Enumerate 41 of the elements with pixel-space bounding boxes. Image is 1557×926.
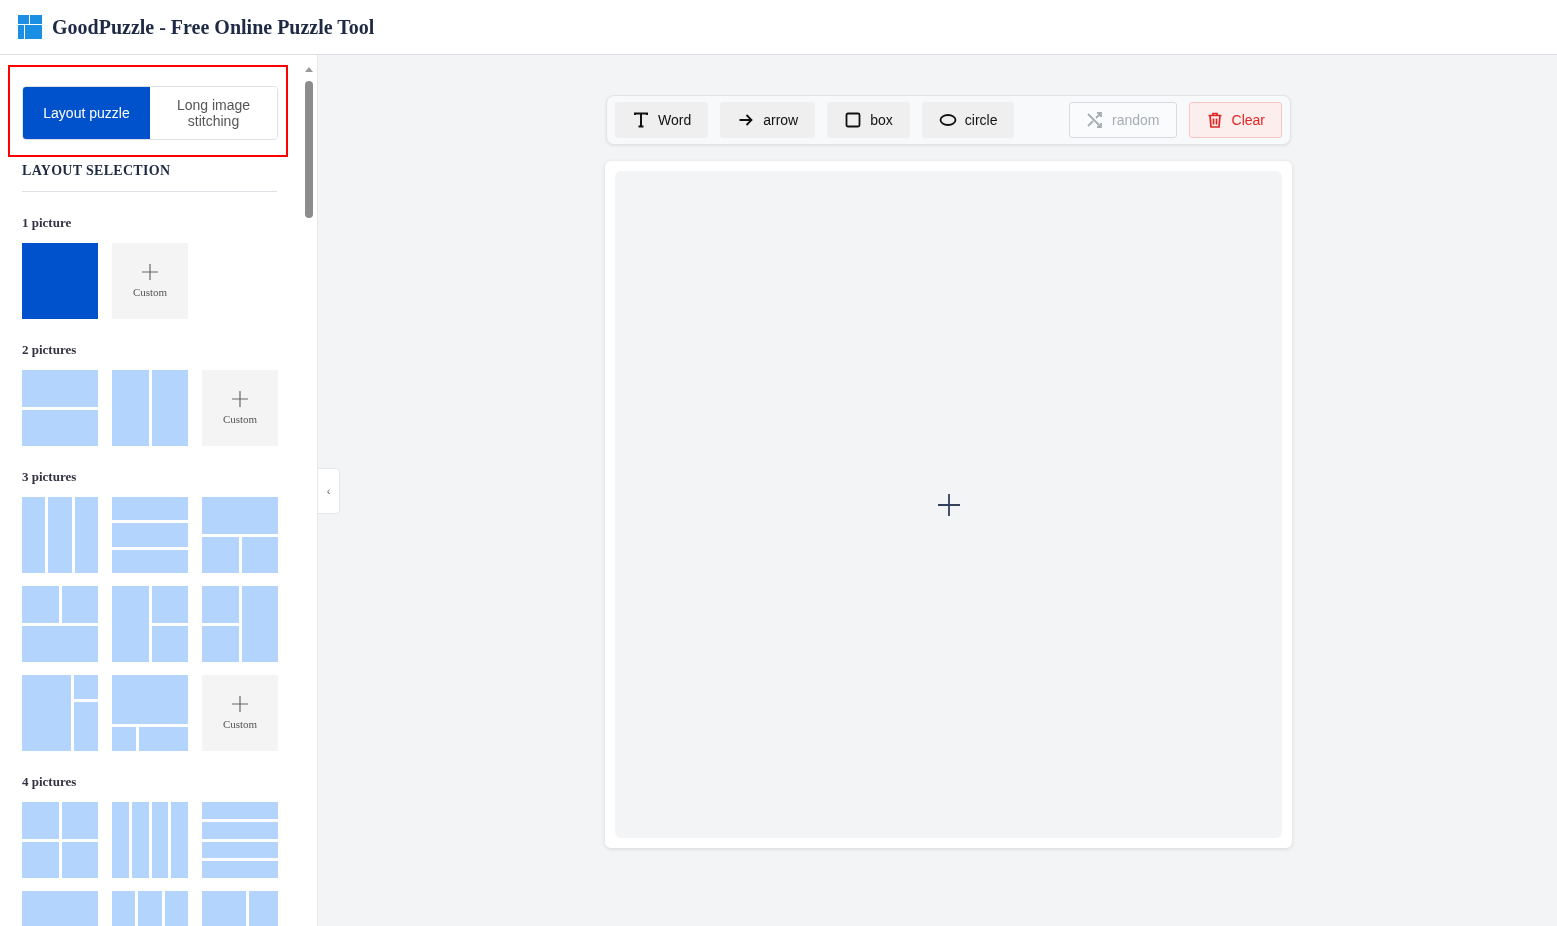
logo-icon (18, 15, 42, 39)
group-title: 2 pictures (22, 342, 78, 358)
layout-option[interactable] (112, 802, 188, 878)
layout-option[interactable] (112, 497, 188, 573)
custom-layout-button[interactable]: Custom (202, 675, 278, 751)
shuffle-icon (1086, 111, 1105, 129)
group-title: 4 pictures (22, 774, 78, 790)
group-title: 3 pictures (22, 469, 78, 485)
layout-option[interactable] (112, 586, 188, 662)
layout-option[interactable] (202, 586, 278, 662)
layout-option[interactable] (202, 802, 278, 878)
ellipse-icon (938, 111, 957, 129)
square-icon (844, 111, 863, 129)
scrollbar-thumb[interactable] (305, 81, 313, 218)
tool-button[interactable]: Word (615, 102, 709, 138)
plus-icon (232, 696, 248, 712)
tool-button[interactable]: arrow (720, 102, 816, 138)
layout-option[interactable] (22, 802, 98, 878)
plus-icon (936, 492, 961, 517)
group-title: 1 picture (22, 215, 73, 231)
layout-option[interactable] (112, 370, 188, 446)
layout-option[interactable] (22, 675, 98, 751)
layout-option[interactable] (22, 243, 98, 319)
layout-option[interactable] (22, 370, 98, 446)
tool-button[interactable]: circle (921, 102, 1015, 138)
plus-icon (142, 264, 158, 280)
layout-option[interactable] (22, 586, 98, 662)
scroll-up-icon[interactable] (304, 65, 314, 73)
section-heading: LAYOUT SELECTION (22, 157, 277, 192)
layout-option[interactable] (202, 497, 278, 573)
custom-layout-button[interactable]: Custom (202, 370, 278, 446)
text-icon (632, 111, 650, 129)
tool-button[interactable]: box (827, 102, 910, 138)
layout-option[interactable] (22, 497, 98, 573)
plus-icon (232, 391, 248, 407)
layout-option[interactable] (112, 675, 188, 751)
app-title: GoodPuzzle - Free Online Puzzle Tool (52, 15, 375, 39)
collapse-handle[interactable]: ‹ (318, 467, 340, 514)
mode-tab[interactable]: Layout puzzle (23, 87, 150, 139)
custom-layout-button[interactable]: Custom (112, 243, 188, 319)
clear-button[interactable]: Clear (1188, 102, 1282, 138)
